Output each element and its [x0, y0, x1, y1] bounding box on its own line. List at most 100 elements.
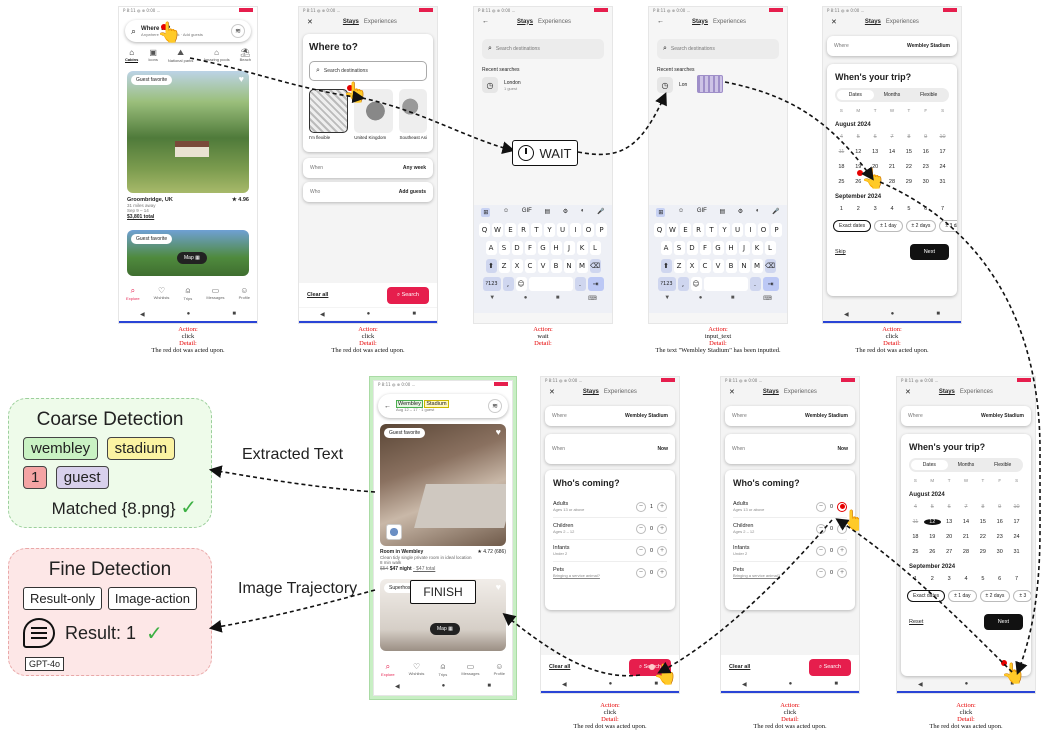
chip-exact[interactable]: Exact dates	[833, 220, 872, 232]
filter-icon[interactable]: ≋	[231, 24, 245, 38]
key[interactable]: A	[485, 241, 497, 255]
home-icon[interactable]: ●	[789, 681, 793, 687]
seg-dates[interactable]: Dates	[837, 90, 874, 100]
back-arrow-icon[interactable]: ←	[482, 18, 489, 25]
recent-item[interactable]: ◷ London 1 guest	[474, 77, 612, 93]
chip-1day[interactable]: ± 1 day	[948, 590, 977, 602]
minus-icon[interactable]: −	[815, 501, 826, 512]
tab-stays[interactable]: Stays	[865, 19, 881, 25]
reset-link[interactable]: Reset	[909, 619, 923, 625]
comma-key[interactable]: ,	[677, 277, 689, 291]
heart-icon[interactable]: ♥	[496, 427, 501, 437]
key[interactable]: M	[751, 259, 763, 273]
category-beach[interactable]: ⛱ Beach	[240, 48, 251, 63]
key[interactable]: G	[712, 241, 724, 255]
tab-explore[interactable]: ⌕ Explore	[126, 286, 140, 301]
key[interactable]: I	[745, 223, 756, 237]
minus-icon[interactable]: −	[635, 501, 646, 512]
close-icon[interactable]: ✕	[307, 18, 313, 26]
key[interactable]: U	[732, 223, 743, 237]
kb-gif-icon[interactable]: GIF	[697, 208, 707, 217]
key[interactable]: K	[751, 241, 763, 255]
key[interactable]: W	[492, 223, 503, 237]
home-icon[interactable]: ●	[891, 311, 895, 317]
key[interactable]: X	[686, 259, 698, 273]
category-icons[interactable]: ▣ Icons	[148, 48, 158, 63]
key[interactable]: L	[589, 241, 601, 255]
seg-flexible[interactable]: Flexible	[984, 460, 1021, 470]
key[interactable]: M	[576, 259, 588, 273]
key[interactable]: D	[511, 241, 523, 255]
backspace-key[interactable]: ⌫	[764, 259, 776, 273]
key[interactable]: J	[563, 241, 575, 255]
minus-icon[interactable]: −	[815, 545, 826, 556]
tab-trips[interactable]: ⍝ Trips	[184, 286, 193, 301]
kb-gif-icon[interactable]: GIF	[522, 208, 532, 217]
recents-icon[interactable]: ■	[731, 295, 735, 302]
back-icon[interactable]: ◀	[742, 681, 747, 688]
kb-sticker-icon[interactable]: ☺	[678, 208, 684, 217]
search-button[interactable]: ⌕ Search	[386, 286, 429, 304]
day-12[interactable]: 12	[850, 149, 867, 155]
key[interactable]: Z	[498, 259, 510, 273]
when-row[interactable]: When Now	[545, 434, 675, 464]
key[interactable]: E	[505, 223, 516, 237]
key[interactable]: Y	[544, 223, 555, 237]
plus-icon[interactable]: +	[837, 545, 847, 556]
key[interactable]: E	[680, 223, 691, 237]
key[interactable]: F	[699, 241, 711, 255]
minus-icon[interactable]: −	[815, 567, 826, 578]
shift-key[interactable]: ⬆	[660, 259, 672, 273]
tab-stays[interactable]: Stays	[343, 19, 359, 25]
emoji-key[interactable]: ☺	[515, 277, 527, 291]
clear-all-link[interactable]: Clear all	[549, 664, 570, 670]
chip-2days[interactable]: ± 2 days	[979, 590, 1011, 602]
seg-dates[interactable]: Dates	[911, 460, 948, 470]
kb-sticker-icon[interactable]: ☺	[503, 208, 509, 217]
symbols-key[interactable]: ?123	[657, 277, 676, 291]
plus-icon[interactable]: +	[657, 545, 667, 556]
chip-exact[interactable]: Exact dates	[907, 590, 946, 602]
category-pools[interactable]: ⌂ Amazing pools	[203, 48, 229, 63]
listing-photo[interactable]: Guest favorite ♥	[127, 71, 249, 193]
key[interactable]: B	[725, 259, 737, 273]
kb-mic-icon[interactable]: 🎤	[772, 208, 779, 217]
home-icon[interactable]: ●	[524, 295, 528, 302]
key[interactable]: K	[576, 241, 588, 255]
tab-experiences[interactable]: Experiences	[886, 19, 919, 25]
key[interactable]: R	[518, 223, 529, 237]
key[interactable]: S	[498, 241, 510, 255]
backspace-key[interactable]: ⌫	[589, 259, 601, 273]
next-button[interactable]: Next	[909, 244, 949, 260]
key[interactable]: P	[771, 223, 782, 237]
kb-theme-icon[interactable]: ◐	[756, 208, 760, 217]
key[interactable]: D	[686, 241, 698, 255]
period-key[interactable]: .	[574, 277, 586, 291]
key[interactable]: C	[699, 259, 711, 273]
emoji-key[interactable]: ☺	[690, 277, 702, 291]
results-search-bar[interactable]: ← Wembley Stadium Aug 12 – 17 · 1 guest …	[378, 394, 508, 418]
search-bar[interactable]: ⌕ Where to? Anywhere · Any week · Add gu…	[125, 20, 251, 42]
map-button[interactable]: Map ▦	[177, 252, 207, 264]
back-icon[interactable]: ◀	[320, 311, 325, 318]
back-arrow-icon[interactable]: ←	[657, 18, 664, 25]
map-button[interactable]: Map ▦	[430, 623, 460, 635]
key[interactable]: N	[738, 259, 750, 273]
tab-stays[interactable]: Stays	[763, 389, 779, 395]
where-row[interactable]: Where Wembley Stadium	[827, 36, 957, 56]
key[interactable]: X	[511, 259, 523, 273]
next-button[interactable]: Next	[983, 614, 1023, 630]
seg-months[interactable]: Months	[874, 90, 911, 100]
key[interactable]: P	[596, 223, 607, 237]
home-icon[interactable]: ●	[187, 311, 191, 317]
tab-explore[interactable]: ⌕ Explore	[381, 662, 395, 677]
category-parks[interactable]: ⛰ National parks	[168, 48, 194, 63]
tab-profile[interactable]: ☺ Profile	[239, 286, 250, 301]
chip-3days[interactable]: ± 3 da	[939, 220, 957, 232]
tab-stays[interactable]: Stays	[517, 19, 533, 25]
key[interactable]: R	[693, 223, 704, 237]
switch-keyboard-icon[interactable]: ⌨	[763, 295, 772, 302]
symbols-key[interactable]: ?123	[482, 277, 501, 291]
period-key[interactable]: .	[749, 277, 761, 291]
plus-icon[interactable]: +	[657, 567, 667, 578]
